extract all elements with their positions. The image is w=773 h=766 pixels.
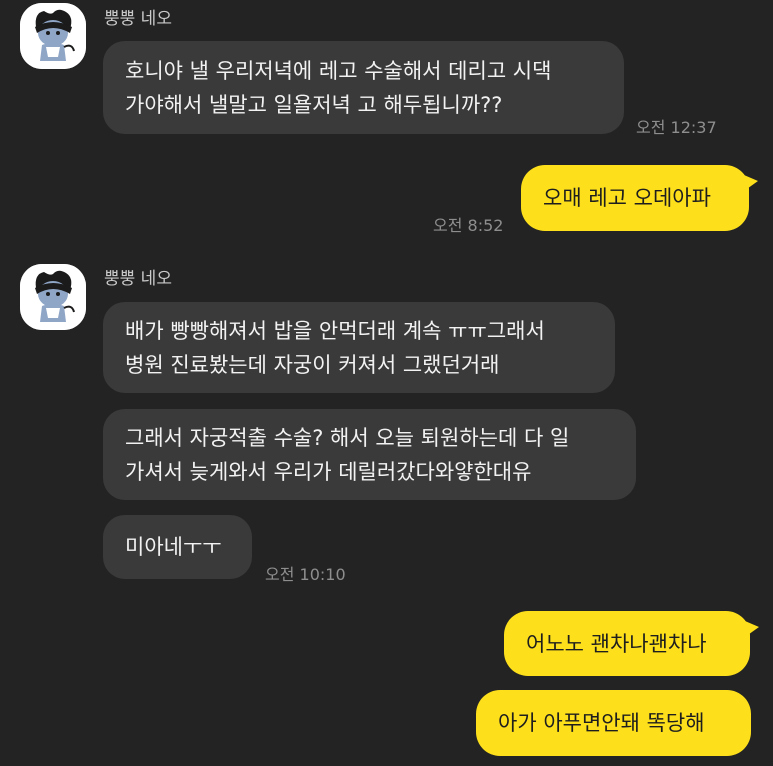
message-bubble[interactable]: 아가 아푸면안돼 똑당해 [476, 690, 751, 756]
sender-name: 뿡뿡 네오 [104, 9, 172, 29]
message-bubble[interactable]: 배가 빵빵해져서 밥을 안먹더래 계속 ㅠㅠ그래서 병원 진료봤는데 자궁이 커… [103, 302, 615, 393]
message-bubble[interactable]: 오매 레고 오데아파 [521, 165, 749, 231]
message-timestamp: 오전 12:37 [636, 118, 717, 137]
message-bubble[interactable]: 호니야 낼 우리저녁에 레고 수술해서 데리고 시댁 가야해서 낼말고 일욜저녁… [103, 41, 624, 134]
avatar[interactable] [20, 3, 86, 69]
bubble-tail [745, 621, 759, 637]
message-timestamp: 오전 10:10 [265, 565, 346, 584]
message-bubble[interactable]: 그래서 자궁적출 수술? 해서 오늘 퇴원하는데 다 일 가셔서 늦게와서 우리… [103, 409, 636, 500]
message-bubble[interactable]: 미아네ㅜㅜ [103, 515, 252, 579]
bubble-tail [744, 175, 758, 191]
message-timestamp: 오전 8:52 [433, 216, 504, 235]
avatar[interactable] [20, 264, 86, 330]
sender-name: 뿡뿡 네오 [104, 269, 172, 289]
neo-profile-icon [20, 264, 86, 330]
neo-profile-icon [20, 3, 86, 69]
message-bubble[interactable]: 어노노 괜차나괜차나 [504, 611, 750, 676]
